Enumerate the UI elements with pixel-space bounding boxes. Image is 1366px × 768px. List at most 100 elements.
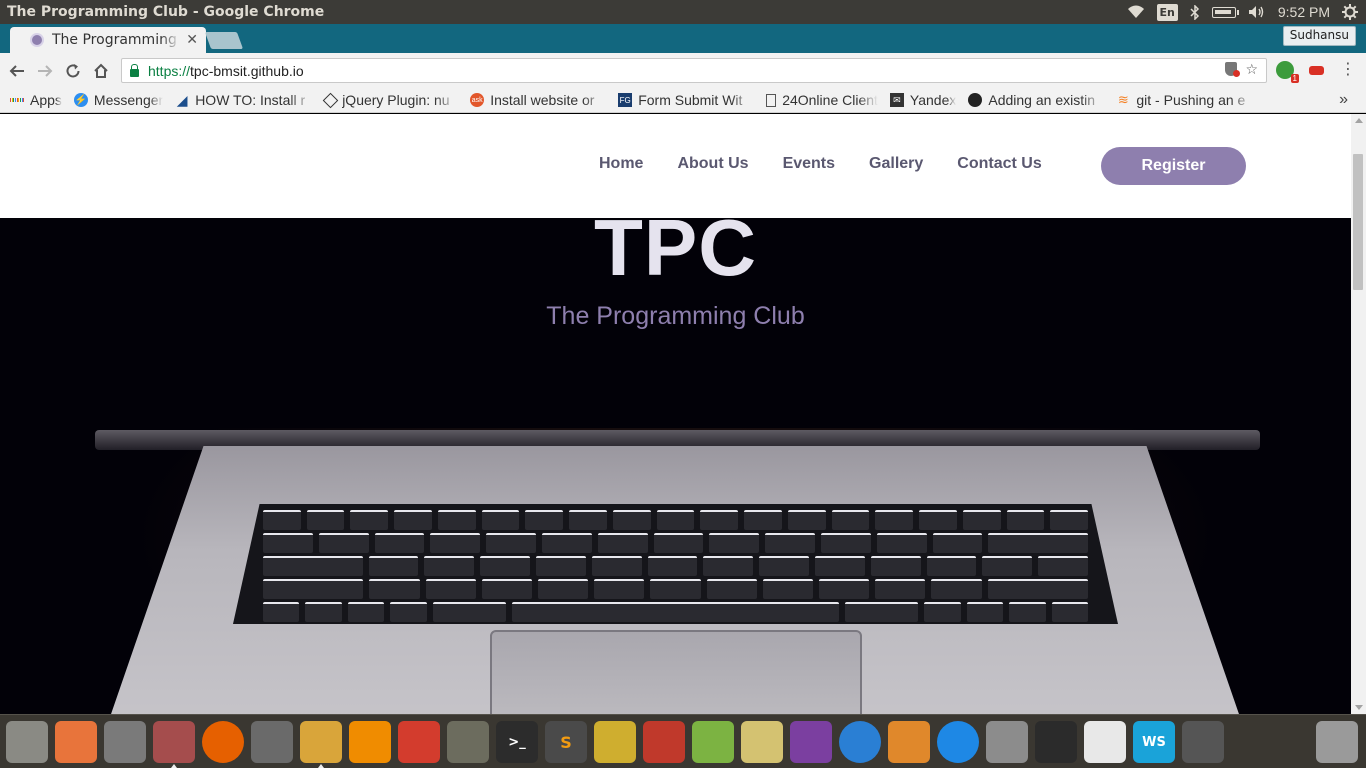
- ubuntu-dash-icon[interactable]: [6, 721, 48, 763]
- nav-link-about-us[interactable]: About Us: [677, 155, 748, 173]
- url-scheme: https://: [148, 62, 191, 79]
- browser-tab[interactable]: The Programming Club - TPC ✕: [10, 27, 206, 53]
- software-center-icon[interactable]: [55, 721, 97, 763]
- teapot-icon[interactable]: [594, 721, 636, 763]
- bookmark-star-icon[interactable]: ☆: [1245, 62, 1258, 78]
- pdf-viewer-icon[interactable]: [1084, 721, 1126, 763]
- maps-icon[interactable]: [643, 721, 685, 763]
- sublime-text-icon[interactable]: S: [545, 721, 587, 763]
- volume-icon[interactable]: [1248, 0, 1266, 24]
- new-tab-button[interactable]: [204, 32, 244, 49]
- messenger-icon: ⚡: [73, 93, 88, 107]
- home-icon[interactable]: [90, 60, 112, 82]
- keyboard-language-indicator[interactable]: En: [1156, 3, 1178, 21]
- calculator-icon[interactable]: [251, 721, 293, 763]
- android-studio-icon[interactable]: [692, 721, 734, 763]
- ask-icon: ask: [470, 93, 485, 107]
- stackoverflow-icon: ≋: [1117, 92, 1129, 107]
- ubuntu-dock: >_ S WS: [0, 714, 1366, 768]
- bookmark-apps[interactable]: Apps: [9, 88, 62, 112]
- hero-subtitle: The Programming Club: [546, 302, 805, 330]
- system-settings-icon[interactable]: [104, 721, 146, 763]
- bookmark-label: HOW TO: Install r: [195, 92, 306, 108]
- more-bookmarks-chevron-icon[interactable]: »: [1339, 91, 1348, 109]
- blocked-content-shield-icon[interactable]: [1225, 62, 1241, 77]
- bookmark-label: Apps: [30, 92, 62, 108]
- scroll-up-arrow-icon[interactable]: [1355, 118, 1363, 123]
- webstorm-icon[interactable]: WS: [1133, 721, 1175, 763]
- page-scrollbar[interactable]: [1351, 114, 1366, 714]
- nav-link-contact-us[interactable]: Contact Us: [957, 155, 1041, 173]
- nav-link-gallery[interactable]: Gallery: [869, 155, 923, 173]
- hero-title: TPC: [594, 218, 757, 292]
- tpc-favicon-icon: [30, 33, 44, 47]
- inkscape-icon[interactable]: [1035, 721, 1077, 763]
- panel-indicators: En 9:52 PM: [1127, 0, 1366, 24]
- terminal-icon[interactable]: >_: [496, 721, 538, 763]
- top-panel: The Programming Club - Google Chrome En …: [0, 0, 1366, 24]
- wifi-icon[interactable]: [1127, 0, 1145, 24]
- hero-section: TPC The Programming Club: [0, 218, 1351, 714]
- trash-icon[interactable]: [1316, 721, 1358, 763]
- browser-toolbar: https:// tpc-bmsit.github.io ☆ 1 ⋮: [0, 53, 1366, 88]
- back-arrow-icon[interactable]: [6, 60, 28, 82]
- mail-icon: ✉: [889, 93, 904, 107]
- tab-strip: The Programming Club - TPC ✕ Sudhansu: [0, 24, 1366, 53]
- bookmark-label: jQuery Plugin: nu: [342, 92, 450, 108]
- address-bar[interactable]: https:// tpc-bmsit.github.io ☆: [121, 58, 1267, 83]
- bookmark-yandex[interactable]: ✉ Yandex: [889, 88, 956, 112]
- page-viewport: Home About Us Events Gallery Contact Us …: [0, 114, 1351, 714]
- tab-close-icon[interactable]: ✕: [186, 32, 198, 48]
- forward-arrow-icon[interactable]: [34, 60, 56, 82]
- bookmark-label: Adding an existin: [988, 92, 1096, 108]
- profile-button[interactable]: Sudhansu: [1282, 26, 1356, 46]
- bookmark-install-website[interactable]: ask Install website or: [470, 88, 606, 112]
- bookmark-messenger[interactable]: ⚡ Messenger: [73, 88, 163, 112]
- bookmark-git-pushing[interactable]: ≋ git - Pushing an e: [1116, 88, 1254, 112]
- git-icon[interactable]: [398, 721, 440, 763]
- chrome-menu-icon[interactable]: ⋮: [1340, 59, 1356, 78]
- rhythmbox-icon[interactable]: [741, 721, 783, 763]
- fg-icon: FG: [618, 93, 633, 107]
- register-button[interactable]: Register: [1101, 147, 1246, 185]
- laptop-keyboard: [233, 504, 1118, 624]
- bookmark-form-submit[interactable]: FG Form Submit Wit: [618, 88, 754, 112]
- gimp-icon[interactable]: [447, 721, 489, 763]
- bookmark-adding-existing[interactable]: Adding an existin: [968, 88, 1104, 112]
- bookmark-jquery-plugin[interactable]: jQuery Plugin: nu: [322, 88, 458, 112]
- bluetooth-icon[interactable]: [1190, 0, 1200, 24]
- bookmark-24online[interactable]: 24Online Client: [766, 88, 878, 112]
- session-gear-icon[interactable]: [1342, 0, 1358, 24]
- media-player-icon[interactable]: [839, 721, 881, 763]
- chrome-icon[interactable]: [300, 721, 342, 768]
- nav-link-home[interactable]: Home: [599, 155, 643, 173]
- scratch-cat-icon[interactable]: [888, 721, 930, 763]
- site-nav-links: Home About Us Events Gallery Contact Us: [582, 155, 1059, 173]
- workspace-switcher-icon[interactable]: [1182, 721, 1224, 763]
- video-editor-icon[interactable]: [790, 721, 832, 763]
- clock[interactable]: 9:52 PM: [1278, 0, 1330, 24]
- site-navbar: Home About Us Events Gallery Contact Us …: [0, 114, 1351, 218]
- text-editor-icon[interactable]: [986, 721, 1028, 763]
- extension-red-icon[interactable]: [1308, 61, 1326, 79]
- teamviewer-icon[interactable]: [937, 721, 979, 763]
- extension-green-icon[interactable]: 1: [1276, 61, 1299, 83]
- scrollbar-thumb[interactable]: [1353, 154, 1363, 290]
- bookmark-label: git - Pushing an e: [1136, 92, 1246, 108]
- tab-title: The Programming Club - TPC: [52, 32, 180, 48]
- nav-link-events[interactable]: Events: [783, 155, 835, 173]
- battery-icon[interactable]: [1211, 6, 1239, 18]
- bookmark-site-icon: ◢: [176, 91, 188, 108]
- url-host: tpc-bmsit.github.io: [190, 62, 304, 79]
- page-icon: [766, 93, 777, 107]
- secure-lock-icon[interactable]: [130, 63, 139, 77]
- codepen-icon: [322, 92, 339, 108]
- reload-icon[interactable]: [62, 60, 84, 82]
- apps-grid-icon: [9, 93, 25, 107]
- firefox-icon[interactable]: [202, 721, 244, 763]
- files-icon[interactable]: [153, 721, 195, 768]
- bookmark-how-to-install[interactable]: ◢ HOW TO: Install r: [175, 88, 313, 112]
- scroll-down-arrow-icon[interactable]: [1355, 705, 1363, 710]
- vlc-icon[interactable]: [349, 721, 391, 763]
- extension-badge: 1: [1290, 74, 1299, 83]
